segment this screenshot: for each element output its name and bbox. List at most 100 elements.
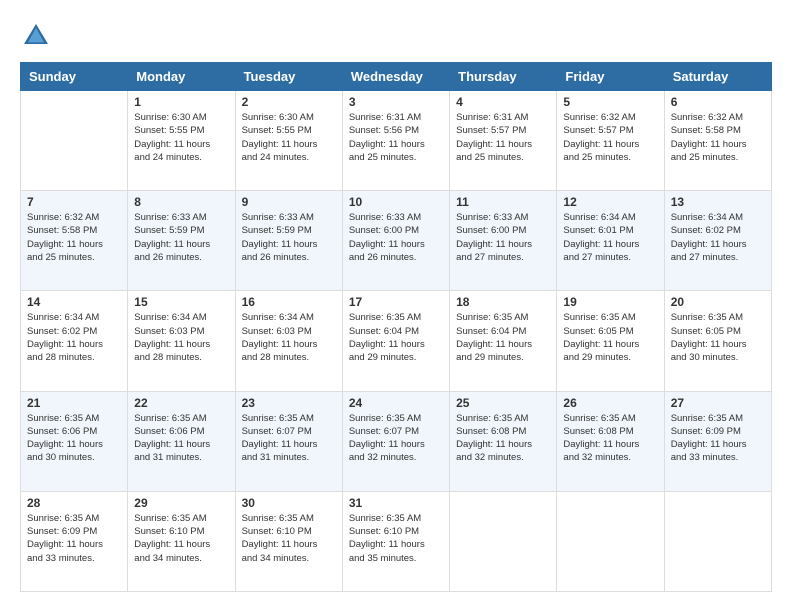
calendar-cell — [21, 91, 128, 191]
day-number: 5 — [563, 95, 657, 109]
calendar-cell: 23 Sunrise: 6:35 AM Sunset: 6:07 PM Dayli… — [235, 391, 342, 491]
day-info: Sunrise: 6:35 AM Sunset: 6:07 PM Dayligh… — [242, 412, 336, 465]
day-info: Sunrise: 6:32 AM Sunset: 5:57 PM Dayligh… — [563, 111, 657, 164]
day-info: Sunrise: 6:34 AM Sunset: 6:03 PM Dayligh… — [242, 311, 336, 364]
calendar-cell: 15 Sunrise: 6:34 AM Sunset: 6:03 PM Dayli… — [128, 291, 235, 391]
calendar-header-monday: Monday — [128, 63, 235, 91]
day-number: 19 — [563, 295, 657, 309]
day-number: 13 — [671, 195, 765, 209]
calendar-header-row: SundayMondayTuesdayWednesdayThursdayFrid… — [21, 63, 772, 91]
calendar-cell: 25 Sunrise: 6:35 AM Sunset: 6:08 PM Dayli… — [450, 391, 557, 491]
day-number: 25 — [456, 396, 550, 410]
day-number: 15 — [134, 295, 228, 309]
calendar-header-saturday: Saturday — [664, 63, 771, 91]
calendar-cell: 4 Sunrise: 6:31 AM Sunset: 5:57 PM Daylig… — [450, 91, 557, 191]
day-number: 17 — [349, 295, 443, 309]
calendar-cell: 11 Sunrise: 6:33 AM Sunset: 6:00 PM Dayli… — [450, 191, 557, 291]
calendar-week-3: 14 Sunrise: 6:34 AM Sunset: 6:02 PM Dayli… — [21, 291, 772, 391]
day-info: Sunrise: 6:33 AM Sunset: 6:00 PM Dayligh… — [456, 211, 550, 264]
day-info: Sunrise: 6:31 AM Sunset: 5:56 PM Dayligh… — [349, 111, 443, 164]
day-number: 20 — [671, 295, 765, 309]
day-number: 23 — [242, 396, 336, 410]
calendar-cell: 18 Sunrise: 6:35 AM Sunset: 6:04 PM Dayli… — [450, 291, 557, 391]
calendar-cell: 6 Sunrise: 6:32 AM Sunset: 5:58 PM Daylig… — [664, 91, 771, 191]
day-info: Sunrise: 6:34 AM Sunset: 6:03 PM Dayligh… — [134, 311, 228, 364]
day-number: 12 — [563, 195, 657, 209]
day-info: Sunrise: 6:34 AM Sunset: 6:01 PM Dayligh… — [563, 211, 657, 264]
calendar-cell: 13 Sunrise: 6:34 AM Sunset: 6:02 PM Dayli… — [664, 191, 771, 291]
day-number: 24 — [349, 396, 443, 410]
day-number: 14 — [27, 295, 121, 309]
day-info: Sunrise: 6:33 AM Sunset: 6:00 PM Dayligh… — [349, 211, 443, 264]
day-number: 31 — [349, 496, 443, 510]
day-info: Sunrise: 6:32 AM Sunset: 5:58 PM Dayligh… — [27, 211, 121, 264]
day-info: Sunrise: 6:34 AM Sunset: 6:02 PM Dayligh… — [671, 211, 765, 264]
day-info: Sunrise: 6:35 AM Sunset: 6:05 PM Dayligh… — [563, 311, 657, 364]
calendar-cell: 2 Sunrise: 6:30 AM Sunset: 5:55 PM Daylig… — [235, 91, 342, 191]
calendar-cell: 29 Sunrise: 6:35 AM Sunset: 6:10 PM Dayli… — [128, 491, 235, 591]
day-number: 22 — [134, 396, 228, 410]
calendar-cell — [664, 491, 771, 591]
day-number: 26 — [563, 396, 657, 410]
day-info: Sunrise: 6:31 AM Sunset: 5:57 PM Dayligh… — [456, 111, 550, 164]
day-info: Sunrise: 6:35 AM Sunset: 6:06 PM Dayligh… — [27, 412, 121, 465]
day-info: Sunrise: 6:35 AM Sunset: 6:09 PM Dayligh… — [671, 412, 765, 465]
calendar-header-thursday: Thursday — [450, 63, 557, 91]
day-number: 29 — [134, 496, 228, 510]
day-number: 10 — [349, 195, 443, 209]
day-info: Sunrise: 6:33 AM Sunset: 5:59 PM Dayligh… — [242, 211, 336, 264]
calendar-cell: 30Sunrise: 6:35 AM Sunset: 6:10 PM Dayli… — [235, 491, 342, 591]
calendar-week-5: 28 Sunrise: 6:35 AM Sunset: 6:09 PM Dayli… — [21, 491, 772, 591]
day-info: Sunrise: 6:35 AM Sunset: 6:10 PM Dayligh… — [242, 512, 336, 565]
calendar-cell: 19 Sunrise: 6:35 AM Sunset: 6:05 PM Dayli… — [557, 291, 664, 391]
header — [20, 20, 772, 52]
day-info: Sunrise: 6:32 AM Sunset: 5:58 PM Dayligh… — [671, 111, 765, 164]
calendar-cell: 9 Sunrise: 6:33 AM Sunset: 5:59 PM Daylig… — [235, 191, 342, 291]
day-info: Sunrise: 6:35 AM Sunset: 6:10 PM Dayligh… — [349, 512, 443, 565]
day-info: Sunrise: 6:35 AM Sunset: 6:04 PM Dayligh… — [456, 311, 550, 364]
calendar-header-tuesday: Tuesday — [235, 63, 342, 91]
calendar-cell: 3Sunrise: 6:31 AM Sunset: 5:56 PM Daylig… — [342, 91, 449, 191]
day-number: 7 — [27, 195, 121, 209]
calendar-cell: 17 Sunrise: 6:35 AM Sunset: 6:04 PM Dayli… — [342, 291, 449, 391]
calendar-cell: 16Sunrise: 6:34 AM Sunset: 6:03 PM Dayli… — [235, 291, 342, 391]
calendar-header-sunday: Sunday — [21, 63, 128, 91]
day-info: Sunrise: 6:35 AM Sunset: 6:07 PM Dayligh… — [349, 412, 443, 465]
calendar-cell: 21 Sunrise: 6:35 AM Sunset: 6:06 PM Dayli… — [21, 391, 128, 491]
day-number: 18 — [456, 295, 550, 309]
day-info: Sunrise: 6:35 AM Sunset: 6:08 PM Dayligh… — [456, 412, 550, 465]
calendar-cell: 22 Sunrise: 6:35 AM Sunset: 6:06 PM Dayli… — [128, 391, 235, 491]
day-info: Sunrise: 6:35 AM Sunset: 6:08 PM Dayligh… — [563, 412, 657, 465]
day-info: Sunrise: 6:35 AM Sunset: 6:10 PM Dayligh… — [134, 512, 228, 565]
day-number: 28 — [27, 496, 121, 510]
calendar-header-friday: Friday — [557, 63, 664, 91]
calendar-week-1: 1Sunrise: 6:30 AM Sunset: 5:55 PM Daylig… — [21, 91, 772, 191]
calendar-table: SundayMondayTuesdayWednesdayThursdayFrid… — [20, 62, 772, 592]
day-info: Sunrise: 6:35 AM Sunset: 6:06 PM Dayligh… — [134, 412, 228, 465]
calendar-cell: 8Sunrise: 6:33 AM Sunset: 5:59 PM Daylig… — [128, 191, 235, 291]
calendar-cell: 28 Sunrise: 6:35 AM Sunset: 6:09 PM Dayli… — [21, 491, 128, 591]
day-number: 2 — [242, 95, 336, 109]
day-number: 21 — [27, 396, 121, 410]
day-info: Sunrise: 6:30 AM Sunset: 5:55 PM Dayligh… — [134, 111, 228, 164]
day-number: 6 — [671, 95, 765, 109]
day-info: Sunrise: 6:33 AM Sunset: 5:59 PM Dayligh… — [134, 211, 228, 264]
day-number: 4 — [456, 95, 550, 109]
calendar-cell: 27Sunrise: 6:35 AM Sunset: 6:09 PM Dayli… — [664, 391, 771, 491]
day-info: Sunrise: 6:30 AM Sunset: 5:55 PM Dayligh… — [242, 111, 336, 164]
day-number: 11 — [456, 195, 550, 209]
day-info: Sunrise: 6:35 AM Sunset: 6:04 PM Dayligh… — [349, 311, 443, 364]
logo-icon — [20, 20, 52, 52]
calendar-cell: 24 Sunrise: 6:35 AM Sunset: 6:07 PM Dayli… — [342, 391, 449, 491]
day-number: 9 — [242, 195, 336, 209]
calendar-cell: 20 Sunrise: 6:35 AM Sunset: 6:05 PM Dayli… — [664, 291, 771, 391]
day-info: Sunrise: 6:35 AM Sunset: 6:09 PM Dayligh… — [27, 512, 121, 565]
calendar-cell: 7 Sunrise: 6:32 AM Sunset: 5:58 PM Daylig… — [21, 191, 128, 291]
day-info: Sunrise: 6:34 AM Sunset: 6:02 PM Dayligh… — [27, 311, 121, 364]
calendar-cell: 10 Sunrise: 6:33 AM Sunset: 6:00 PM Dayli… — [342, 191, 449, 291]
calendar-week-4: 21 Sunrise: 6:35 AM Sunset: 6:06 PM Dayli… — [21, 391, 772, 491]
calendar-cell — [557, 491, 664, 591]
day-info: Sunrise: 6:35 AM Sunset: 6:05 PM Dayligh… — [671, 311, 765, 364]
calendar-week-2: 7 Sunrise: 6:32 AM Sunset: 5:58 PM Daylig… — [21, 191, 772, 291]
logo — [20, 20, 56, 52]
